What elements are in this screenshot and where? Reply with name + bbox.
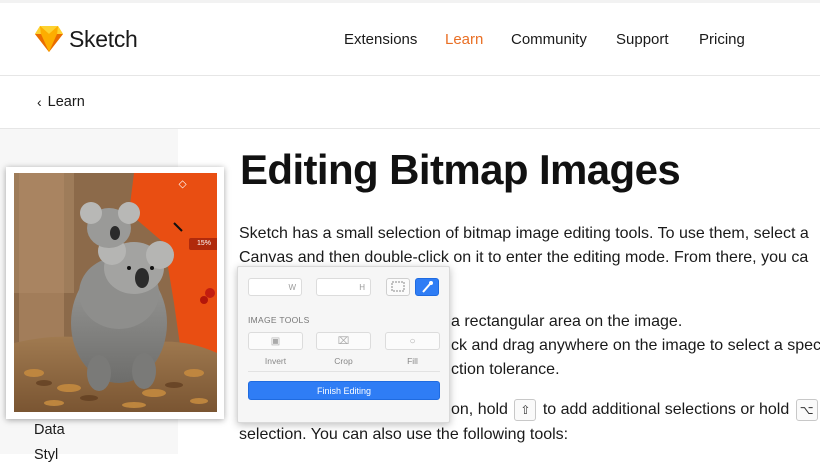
fill-label: Fill (407, 356, 418, 366)
intro-line-1: Sketch has a small selection of bitmap i… (239, 225, 809, 242)
crop-button[interactable]: ⌧ (316, 332, 371, 350)
finish-editing-button[interactable]: Finish Editing (248, 381, 440, 400)
fill-drop-icon: ○ (409, 335, 416, 347)
site-header: Sketch Extensions Learn Community Suppor… (0, 3, 820, 76)
crop-icon: ⌧ (337, 335, 350, 347)
marquee-icon (391, 281, 405, 292)
breadcrumb-back-link[interactable]: ‹ Learn (37, 94, 85, 110)
tools-line: selection. You can also use the followin… (239, 426, 569, 443)
option-key-icon: ⌥ (795, 398, 818, 421)
shift-suffix: to add additional selections or hold (542, 401, 790, 418)
height-field[interactable]: H (316, 278, 371, 296)
sidebar-item-data[interactable]: Data (34, 422, 65, 438)
chevron-left-icon: ‹ (37, 94, 42, 110)
magic-wand-tool-button[interactable] (415, 278, 439, 296)
marquee-tool-button[interactable] (386, 278, 410, 296)
nav-pricing[interactable]: Pricing (699, 31, 745, 48)
sidebar-item-styles[interactable]: Styl (34, 447, 58, 463)
zoom-badge: 15% (189, 238, 217, 250)
list-line-3: ction tolerance. (451, 361, 560, 378)
main-nav: Extensions Learn Community Support Prici… (0, 31, 820, 51)
panel-divider (248, 371, 440, 372)
fill-button[interactable]: ○ (385, 332, 440, 350)
breadcrumb-label: Learn (47, 94, 85, 110)
shift-prefix: on, hold (451, 401, 508, 418)
invert-label: Invert (264, 356, 287, 366)
image-inspector-panel: W H IMAGE TOOLS ▣ ⌧ ○ Invert Crop Fill F… (237, 266, 450, 423)
list-line-1: a rectangular area on the image. (451, 313, 683, 330)
koala-picture (14, 173, 217, 412)
crop-label: Crop (334, 356, 353, 366)
magic-wand-icon (422, 281, 433, 293)
page-title: Editing Bitmap Images (240, 146, 681, 193)
nav-learn[interactable]: Learn (445, 31, 483, 48)
koala-image[interactable]: 15% (14, 173, 217, 412)
list-line-2: ck and drag anywhere on the image to sel… (451, 337, 820, 354)
image-tools-label: IMAGE TOOLS (248, 315, 310, 325)
nav-extensions[interactable]: Extensions (344, 31, 417, 48)
bitmap-image-card: 15% (6, 167, 224, 419)
invert-button[interactable]: ▣ (248, 332, 303, 350)
width-field[interactable]: W (248, 278, 302, 296)
shift-key-icon: ⇧ (514, 398, 537, 421)
nav-community[interactable]: Community (511, 31, 587, 48)
shift-line: on, hold ⇧ to add additional selections … (451, 398, 820, 422)
invert-icon: ▣ (270, 335, 281, 347)
breadcrumb-bar: ‹ Learn (0, 76, 820, 129)
nav-support[interactable]: Support (616, 31, 669, 48)
